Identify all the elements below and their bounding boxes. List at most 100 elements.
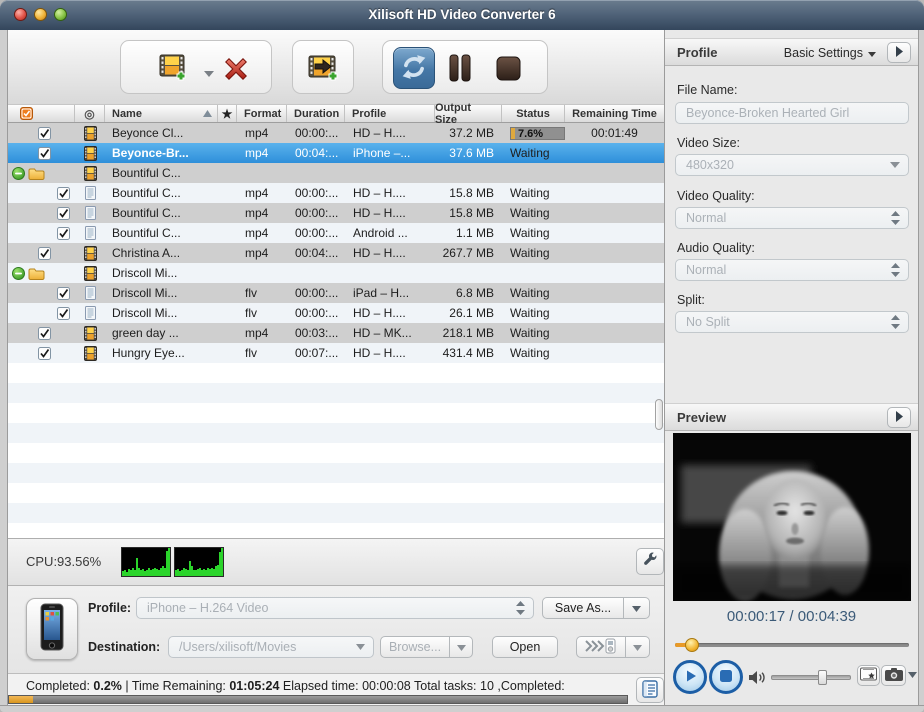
video-quality-select[interactable]: Normal xyxy=(675,207,909,229)
file-name-input[interactable]: Beyonce-Broken Hearted Girl xyxy=(675,102,909,124)
task-report-button[interactable] xyxy=(636,677,664,703)
collapse-icon[interactable] xyxy=(12,167,25,180)
play-button[interactable] xyxy=(673,660,707,694)
seek-knob[interactable] xyxy=(685,638,699,652)
settings-button[interactable] xyxy=(636,548,664,575)
overall-progress-bar xyxy=(8,695,628,704)
column-output-size[interactable]: Output Size xyxy=(435,105,502,122)
video-size-select[interactable]: 480x320 xyxy=(675,154,909,176)
row-favorite-cell[interactable] xyxy=(218,223,237,243)
browse-button[interactable]: Browse... xyxy=(380,636,450,658)
expand-profile-button[interactable] xyxy=(887,42,911,63)
table-row[interactable]: Driscoll Mi... xyxy=(8,263,664,283)
row-checkbox[interactable] xyxy=(57,287,70,300)
merge-files-icon xyxy=(308,70,340,85)
stepper-icon xyxy=(891,315,900,329)
table-row[interactable]: Bountiful C...mp400:00:...HD – H....15.8… xyxy=(8,203,664,223)
row-checkbox[interactable] xyxy=(57,227,70,240)
speaker-icon[interactable] xyxy=(749,670,766,690)
table-row[interactable]: Driscoll Mi...flv00:00:...iPad – H...6.8… xyxy=(8,283,664,303)
row-checkbox[interactable] xyxy=(38,147,51,160)
convert-button[interactable] xyxy=(393,47,435,89)
export-to-device-button[interactable] xyxy=(576,636,626,658)
column-duration[interactable]: Duration xyxy=(287,105,345,122)
column-favorite[interactable]: ★ xyxy=(218,105,237,122)
export-dropdown-button[interactable] xyxy=(625,636,650,658)
audio-quality-select[interactable]: Normal xyxy=(675,259,909,281)
audio-quality-label: Audio Quality: xyxy=(677,241,755,255)
column-select-all[interactable] xyxy=(8,105,75,122)
merge-button[interactable] xyxy=(308,54,340,82)
add-file-button[interactable] xyxy=(157,53,189,83)
volume-slider[interactable] xyxy=(771,675,851,680)
row-output-size-cell: 26.1 MB xyxy=(435,303,502,323)
row-name-cell: Driscoll Mi... xyxy=(105,283,218,303)
column-format[interactable]: Format xyxy=(237,105,287,122)
row-favorite-cell[interactable] xyxy=(218,123,237,143)
row-favorite-cell[interactable] xyxy=(218,163,237,183)
profile-select[interactable]: iPhone – H.264 Video xyxy=(136,597,534,619)
device-profile-button[interactable] xyxy=(26,598,78,660)
favorite-star-icon: ★ xyxy=(222,107,233,121)
row-favorite-cell[interactable] xyxy=(218,283,237,303)
table-row[interactable]: Beyonce-Br...mp400:04:...iPhone –...37.6… xyxy=(8,143,664,163)
row-favorite-cell[interactable] xyxy=(218,143,237,163)
column-status[interactable]: Status xyxy=(502,105,565,122)
row-checkbox[interactable] xyxy=(57,207,70,220)
table-row[interactable]: Christina A...mp400:04:...HD – H....267.… xyxy=(8,243,664,263)
row-checkbox[interactable] xyxy=(57,307,70,320)
profile-select-value: iPhone – H.264 Video xyxy=(137,601,516,615)
table-row[interactable]: Driscoll Mi...flv00:00:...HD – H....26.1… xyxy=(8,303,664,323)
table-row[interactable]: Bountiful C...mp400:00:...HD – H....15.8… xyxy=(8,183,664,203)
table-row[interactable]: Bountiful C... xyxy=(8,163,664,183)
row-checkbox[interactable] xyxy=(38,127,51,140)
row-favorite-cell[interactable] xyxy=(218,203,237,223)
save-as-dropdown-button[interactable] xyxy=(623,597,650,619)
row-favorite-cell[interactable] xyxy=(218,183,237,203)
delete-button[interactable] xyxy=(221,55,251,83)
add-file-dropdown-caret[interactable] xyxy=(203,65,215,73)
column-profile[interactable]: Profile xyxy=(345,105,435,122)
split-select[interactable]: No Split xyxy=(675,311,909,333)
row-output-size-cell: 218.1 MB xyxy=(435,323,502,343)
table-row[interactable]: green day ...mp400:03:...HD – MK...218.1… xyxy=(8,323,664,343)
column-apply-profile[interactable]: ◎ xyxy=(75,105,105,122)
collapse-icon[interactable] xyxy=(12,267,25,280)
row-checkbox[interactable] xyxy=(38,247,51,260)
browse-dropdown-button[interactable] xyxy=(449,636,473,658)
destination-select[interactable]: /Users/xilisoft/Movies xyxy=(168,636,374,658)
table-row[interactable]: Bountiful C...mp400:00:...Android ...1.1… xyxy=(8,223,664,243)
open-folder-button[interactable]: Open xyxy=(492,636,558,658)
stop-playback-button[interactable] xyxy=(709,660,743,694)
row-checkbox[interactable] xyxy=(38,347,51,360)
profile-section-header: Profile Basic Settings xyxy=(665,38,918,66)
add-clip-button[interactable] xyxy=(857,665,880,686)
table-row[interactable]: Hungry Eye...flv00:07:...HD – H....431.4… xyxy=(8,343,664,363)
row-favorite-cell[interactable] xyxy=(218,303,237,323)
row-favorite-cell[interactable] xyxy=(218,243,237,263)
row-name-cell: Driscoll Mi... xyxy=(105,303,218,323)
row-checkbox[interactable] xyxy=(38,327,51,340)
snapshot-button[interactable] xyxy=(881,665,906,686)
column-remaining-time[interactable]: Remaining Time xyxy=(565,105,664,122)
title-bar[interactable]: Xilisoft HD Video Converter 6 xyxy=(0,0,924,30)
stop-button[interactable] xyxy=(495,56,521,81)
row-checkbox[interactable] xyxy=(57,187,70,200)
settings-mode-select[interactable]: Basic Settings xyxy=(784,46,876,60)
row-favorite-cell[interactable] xyxy=(218,263,237,283)
row-favorite-cell[interactable] xyxy=(218,323,237,343)
volume-knob[interactable] xyxy=(818,670,827,685)
column-name[interactable]: Name xyxy=(105,105,218,122)
table-row[interactable]: Beyonce Cl...mp400:00:...HD – H....37.2 … xyxy=(8,123,664,143)
row-profile-cell: iPhone –... xyxy=(345,143,435,163)
row-favorite-cell[interactable] xyxy=(218,343,237,363)
row-format-cell: flv xyxy=(237,283,287,303)
expand-preview-button[interactable] xyxy=(887,407,911,428)
pause-button[interactable] xyxy=(447,54,473,82)
seek-bar[interactable] xyxy=(675,638,909,652)
save-as-button[interactable]: Save As... xyxy=(542,597,624,619)
snapshot-dropdown-caret[interactable] xyxy=(908,672,917,678)
stop-icon xyxy=(496,69,521,84)
scrollbar-thumb[interactable] xyxy=(655,399,663,430)
row-type-cell xyxy=(75,303,105,323)
